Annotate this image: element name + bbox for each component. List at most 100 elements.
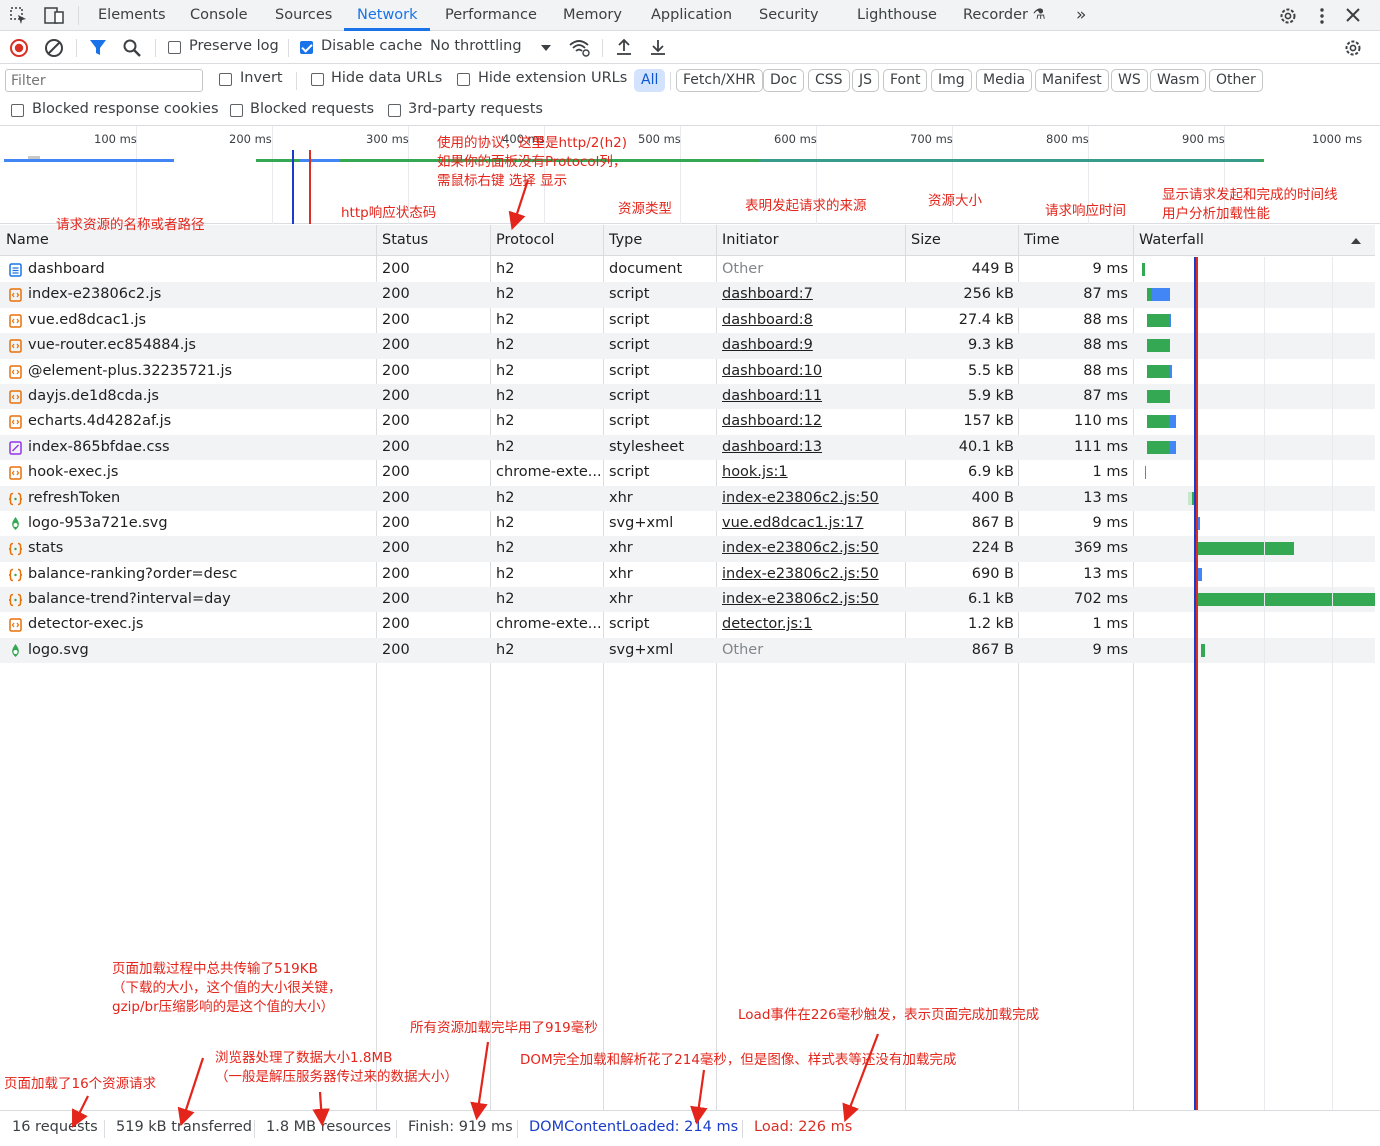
more-options-icon[interactable] (1314, 6, 1330, 26)
column-header-status[interactable]: Status (376, 225, 428, 256)
type-filter-ws[interactable]: WS (1111, 69, 1148, 92)
request-name[interactable]: refreshToken (28, 486, 373, 511)
search-icon[interactable] (122, 38, 142, 58)
request-initiator[interactable]: dashboard:9 (722, 333, 900, 358)
column-header-name[interactable]: Name (0, 225, 49, 256)
disable-cache-checkbox[interactable] (300, 41, 313, 54)
clear-icon[interactable] (44, 38, 64, 58)
table-row[interactable]: index-865bfdae.css 200 h2 stylesheet dashboa… (0, 434, 1375, 461)
request-initiator[interactable]: index-e23806c2.js:50 (722, 562, 900, 587)
table-row[interactable]: balance-ranking?order=desc 200 h2 xhr index-… (0, 562, 1375, 587)
table-row[interactable]: logo.svg 200 h2 svg+xml Other 867 B 9 ms (0, 637, 1375, 664)
column-header-type[interactable]: Type (603, 225, 642, 256)
type-filter-css[interactable]: CSS (808, 69, 850, 92)
request-name[interactable]: dayjs.de1d8cda.js (28, 384, 373, 409)
request-initiator[interactable]: index-e23806c2.js:50 (722, 486, 900, 511)
request-initiator[interactable]: dashboard:13 (722, 435, 900, 460)
tab-application[interactable]: Application (651, 0, 732, 31)
type-filter-fetch-xhr[interactable]: Fetch/XHR (676, 69, 763, 92)
waterfall-bar[interactable] (1147, 389, 1169, 403)
request-name[interactable]: stats (28, 536, 373, 561)
column-header-time[interactable]: Time (1018, 225, 1060, 256)
table-row[interactable]: @element-plus.32235721.js 200 h2 script dash… (0, 359, 1375, 384)
waterfall-bar[interactable] (1169, 364, 1172, 378)
type-filter-other[interactable]: Other (1209, 69, 1263, 92)
type-filter-js[interactable]: JS (852, 69, 880, 92)
waterfall-bar[interactable] (1147, 364, 1169, 378)
request-name[interactable]: index-865bfdae.css (28, 435, 373, 460)
request-name[interactable]: logo.svg (28, 638, 373, 663)
type-filter-doc[interactable]: Doc (763, 69, 805, 92)
type-filter-manifest[interactable]: Manifest (1035, 69, 1109, 92)
tab-memory[interactable]: Memory (563, 0, 622, 31)
more-tabs-button[interactable]: » (1076, 0, 1086, 31)
request-name[interactable]: balance-ranking?order=desc (28, 562, 373, 587)
network-conditions-icon[interactable] (568, 37, 592, 59)
request-initiator[interactable]: detector.js:1 (722, 612, 900, 637)
tab-recorder[interactable]: Recorder ⚗ (963, 0, 1046, 31)
invert-checkbox[interactable] (219, 73, 232, 86)
chevron-down-icon[interactable] (540, 43, 552, 53)
request-name[interactable]: logo-953a721e.svg (28, 511, 373, 536)
request-name[interactable]: hook-exec.js (28, 460, 373, 485)
waterfall-bar[interactable] (1152, 288, 1170, 302)
request-initiator[interactable]: index-e23806c2.js:50 (722, 587, 900, 612)
filter-icon[interactable] (89, 38, 107, 58)
table-row[interactable]: vue-router.ec854884.js 200 h2 script dashboa… (0, 333, 1375, 359)
throttling-select[interactable]: No throttling (430, 38, 522, 54)
column-header-size[interactable]: Size (905, 225, 941, 256)
waterfall-bar[interactable] (1145, 466, 1146, 480)
request-name[interactable]: balance-trend?interval=day (28, 587, 373, 612)
request-name[interactable]: @element-plus.32235721.js (28, 359, 373, 384)
tab-lighthouse[interactable]: Lighthouse (857, 0, 937, 31)
waterfall-bar[interactable] (1142, 263, 1145, 276)
tab-console[interactable]: Console (190, 0, 248, 31)
request-name[interactable]: echarts.4d4282af.js (28, 409, 373, 434)
waterfall-bar[interactable] (1169, 440, 1176, 454)
table-row[interactable]: logo-953a721e.svg 200 h2 svg+xml vue.ed8dcac… (0, 511, 1375, 536)
request-name[interactable]: dashboard (28, 257, 373, 282)
export-har-icon[interactable] (649, 37, 667, 57)
waterfall-bar[interactable] (1169, 313, 1171, 327)
settings-gear-icon[interactable] (1278, 6, 1298, 26)
request-name[interactable]: detector-exec.js (28, 612, 373, 637)
request-initiator[interactable]: dashboard:10 (722, 359, 900, 384)
table-row[interactable]: echarts.4d4282af.js 200 h2 script dashboard:… (0, 409, 1375, 434)
request-initiator[interactable]: vue.ed8dcac1.js:17 (722, 511, 900, 536)
table-row[interactable]: dashboard 200 h2 document Other 449 B 9 ms (0, 257, 1375, 282)
waterfall-bar[interactable] (1201, 643, 1205, 657)
tab-security[interactable]: Security (759, 0, 819, 31)
column-header-protocol[interactable]: Protocol (490, 225, 554, 256)
blocked-response-cookies-checkbox[interactable] (11, 104, 24, 117)
request-initiator[interactable]: dashboard:12 (722, 409, 900, 434)
waterfall-bar[interactable] (1169, 415, 1176, 429)
stop-recording-icon[interactable] (9, 38, 29, 58)
table-row[interactable]: dayjs.de1d8cda.js 200 h2 script dashboard:11… (0, 383, 1375, 410)
blocked-requests-checkbox[interactable] (230, 104, 243, 117)
third-party-requests-checkbox[interactable] (388, 104, 401, 117)
type-filter-all[interactable]: All (634, 69, 666, 92)
type-filter-media[interactable]: Media (976, 69, 1033, 92)
waterfall-bar[interactable] (1169, 339, 1170, 353)
request-name[interactable]: vue.ed8dcac1.js (28, 308, 373, 333)
table-row[interactable]: balance-trend?interval=day 200 h2 xhr index-… (0, 587, 1375, 613)
request-initiator[interactable]: dashboard:11 (722, 384, 900, 409)
table-row[interactable]: index-e23806c2.js 200 h2 script dashboard:7 2… (0, 282, 1375, 308)
request-initiator[interactable]: hook.js:1 (722, 460, 900, 485)
tab-network[interactable]: Network (357, 0, 418, 31)
device-toolbar-icon[interactable] (44, 6, 66, 26)
inspect-element-icon[interactable] (9, 6, 29, 26)
network-settings-gear-icon[interactable] (1343, 38, 1363, 58)
preserve-log-checkbox[interactable] (168, 41, 181, 54)
request-name[interactable]: vue-router.ec854884.js (28, 333, 373, 358)
table-row[interactable]: hook-exec.js 200 chrome-exte... script hook.… (0, 460, 1375, 485)
request-initiator[interactable]: index-e23806c2.js:50 (722, 536, 900, 561)
tab-performance[interactable]: Performance (445, 0, 537, 31)
sort-ascending-icon[interactable] (1350, 236, 1362, 246)
request-initiator[interactable]: dashboard:8 (722, 308, 900, 333)
waterfall-bar[interactable] (1147, 415, 1169, 429)
waterfall-bar[interactable] (1147, 339, 1169, 353)
waterfall-bar[interactable] (1169, 389, 1170, 403)
waterfall-bar[interactable] (1197, 542, 1294, 556)
table-row[interactable]: detector-exec.js 200 chrome-exte... script d… (0, 612, 1375, 637)
